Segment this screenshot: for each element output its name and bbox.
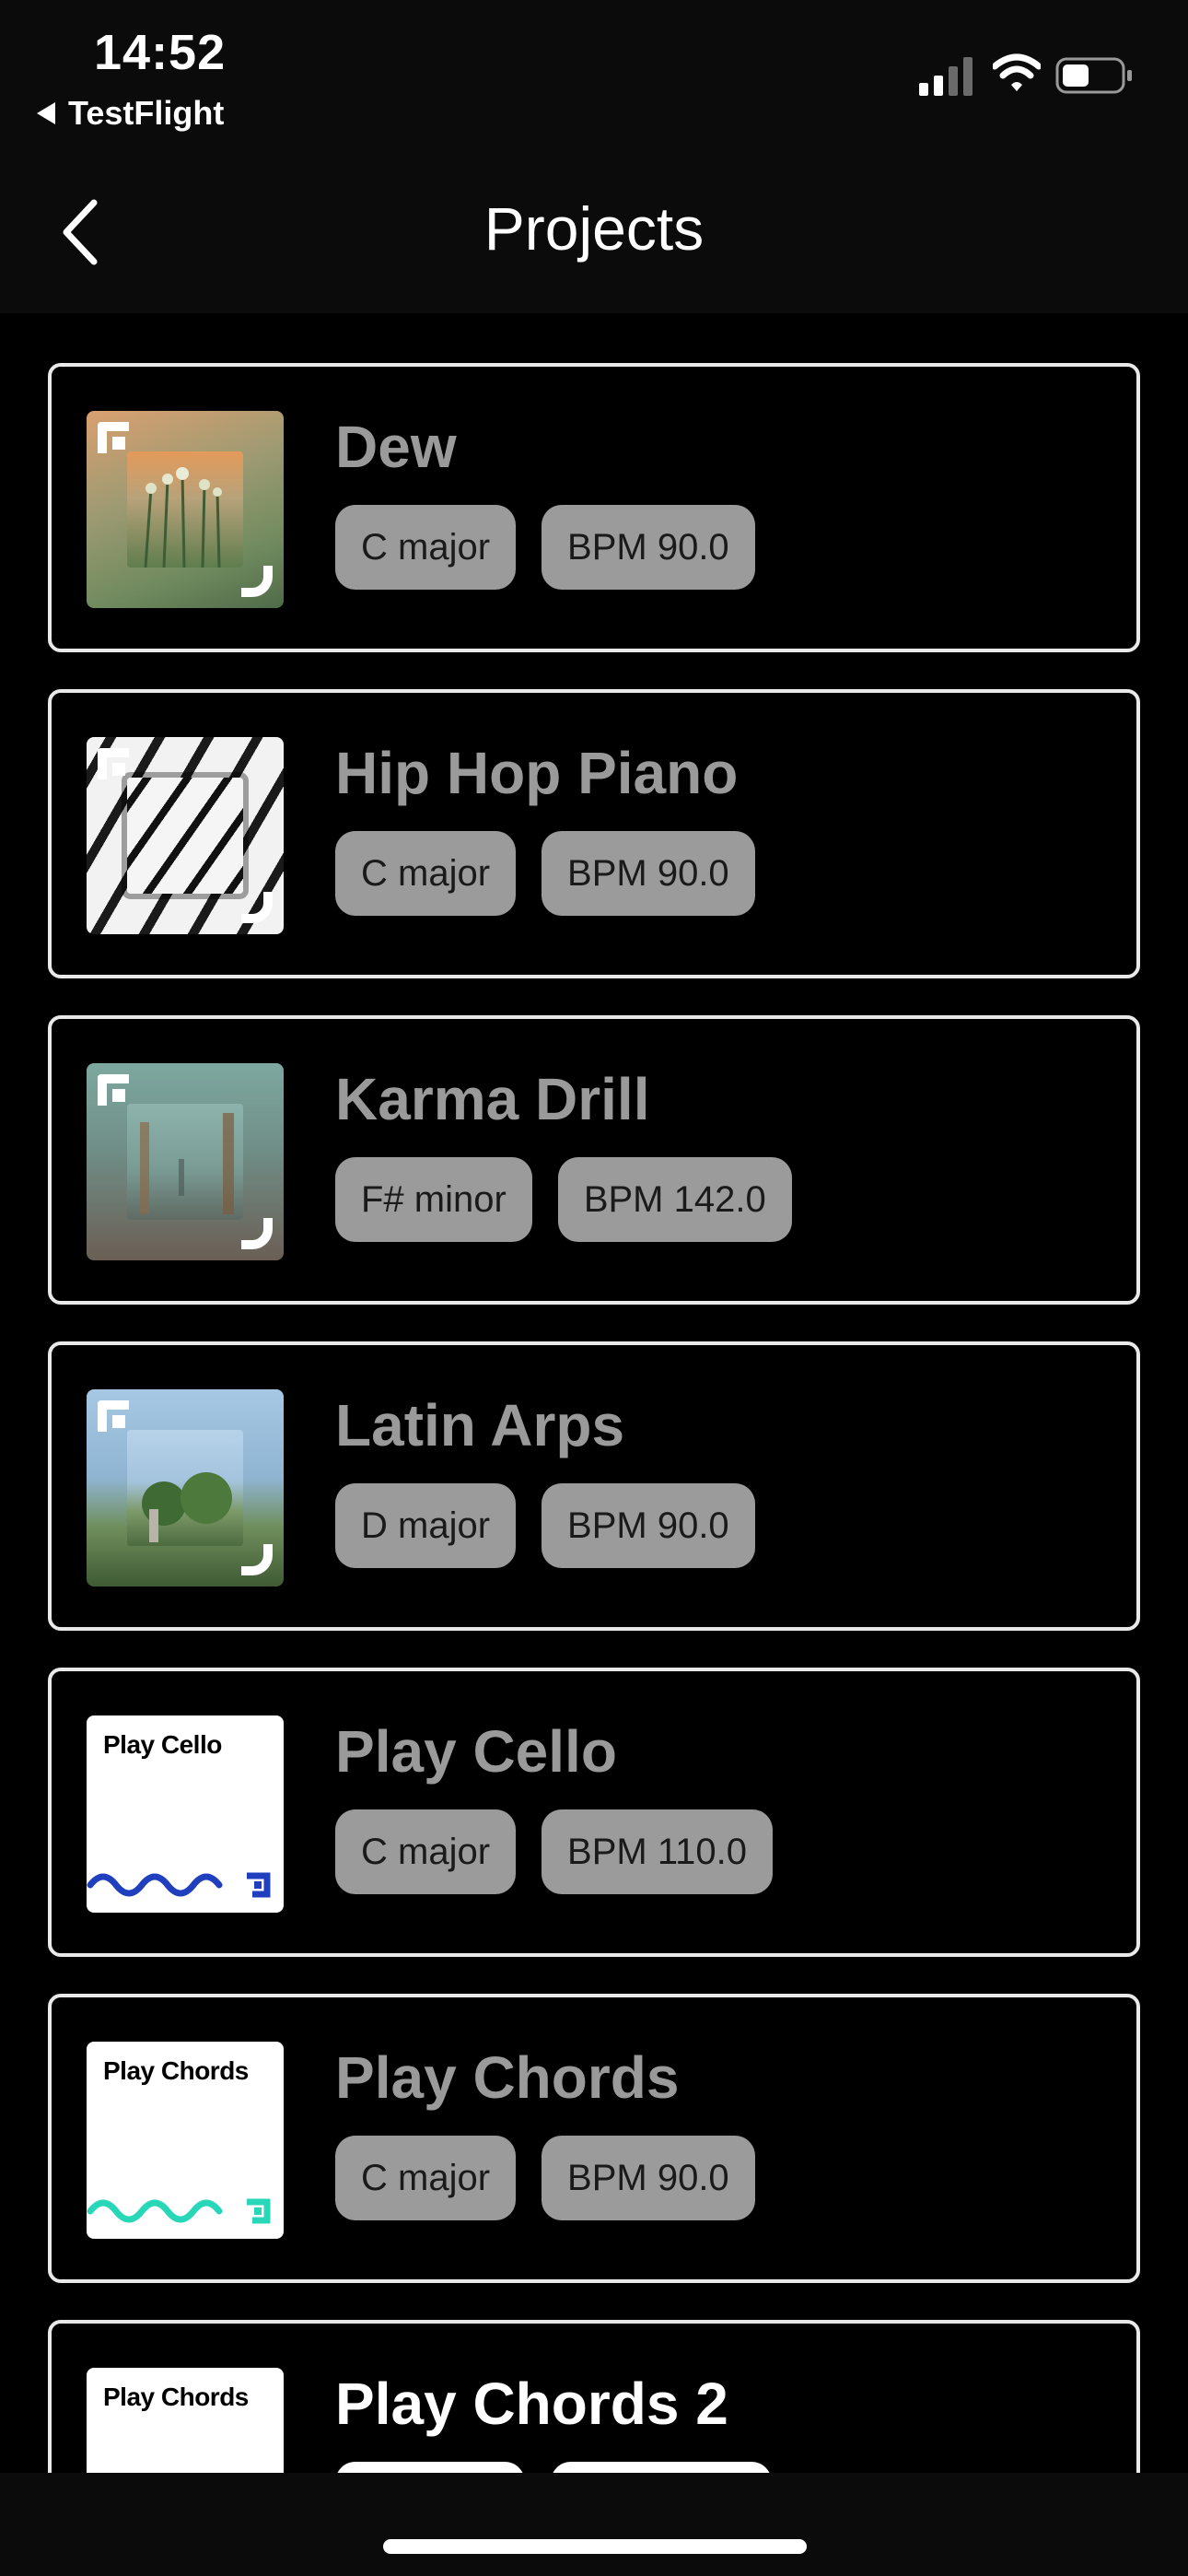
- project-title: Latin Arps: [335, 1392, 625, 1458]
- wave-icon: [87, 2198, 271, 2224]
- home-indicator[interactable]: [383, 2539, 807, 2554]
- key-badge: C major: [335, 505, 517, 590]
- project-thumbnail: [87, 411, 284, 608]
- thumbnail-label: Play Chords: [103, 2383, 249, 2411]
- project-thumbnail: Play Chords: [87, 2368, 284, 2473]
- project-thumbnail: [87, 1389, 284, 1587]
- project-title: Hip Hop Piano: [335, 740, 739, 806]
- key-badge: D major: [335, 1483, 517, 1568]
- status-time: 14:52: [94, 25, 227, 80]
- project-card[interactable]: Dew C major BPM 90.0: [48, 363, 1140, 652]
- battery-icon: [1055, 57, 1132, 94]
- navigation-bar: Projects: [0, 147, 1188, 313]
- thumbnail-label: Play Chords: [103, 2056, 249, 2085]
- back-to-app-link[interactable]: TestFlight: [37, 94, 224, 133]
- key-badge: C major: [335, 1809, 517, 1894]
- page-title: Projects: [483, 194, 705, 263]
- signal-icon: [919, 57, 973, 96]
- bpm-badge: BPM 142.0: [557, 1157, 792, 1242]
- project-thumbnail: Play Chords: [87, 2042, 284, 2239]
- project-list: Dew C major BPM 90.0 Hip Hop Piano C maj…: [0, 313, 1188, 2473]
- key-badge: [335, 2462, 525, 2473]
- bpm-badge: BPM 90.0: [542, 1483, 755, 1568]
- bpm-badge: [551, 2462, 772, 2473]
- thumbnail-label: Play Cello: [103, 1730, 222, 1759]
- back-triangle-icon: [37, 102, 55, 124]
- project-title: Play Chords: [335, 2044, 680, 2111]
- wave-icon: [87, 1872, 271, 1898]
- bpm-badge: BPM 110.0: [542, 1809, 773, 1894]
- key-badge: F# minor: [335, 1157, 532, 1242]
- key-badge: C major: [335, 2136, 517, 2220]
- back-app-label: TestFlight: [68, 94, 225, 132]
- wifi-icon: [993, 53, 1041, 91]
- project-card[interactable]: Karma Drill F# minor BPM 142.0: [48, 1015, 1140, 1305]
- project-card[interactable]: Play Chords Play Chords 2: [48, 2320, 1140, 2473]
- bpm-badge: BPM 90.0: [542, 2136, 755, 2220]
- project-card[interactable]: Latin Arps D major BPM 90.0: [48, 1341, 1140, 1631]
- project-card[interactable]: Play Chords Play Chords C major BPM 90.0: [48, 1994, 1140, 2283]
- project-title: Play Chords 2: [335, 2371, 728, 2437]
- project-title: Dew: [335, 414, 457, 480]
- project-title: Karma Drill: [335, 1066, 650, 1132]
- project-title: Play Cello: [335, 1718, 617, 1785]
- key-badge: C major: [335, 831, 517, 916]
- project-thumbnail: [87, 737, 284, 934]
- project-thumbnail: [87, 1063, 284, 1260]
- bpm-badge: BPM 90.0: [542, 831, 755, 916]
- project-card[interactable]: Hip Hop Piano C major BPM 90.0: [48, 689, 1140, 978]
- status-bar: 14:52 TestFlight: [0, 0, 1188, 147]
- bpm-badge: BPM 90.0: [542, 505, 755, 590]
- project-thumbnail: Play Cello: [87, 1715, 284, 1913]
- home-indicator-area: [0, 2473, 1188, 2576]
- project-card[interactable]: Play Cello Play Cello C major BPM 110.0: [48, 1668, 1140, 1957]
